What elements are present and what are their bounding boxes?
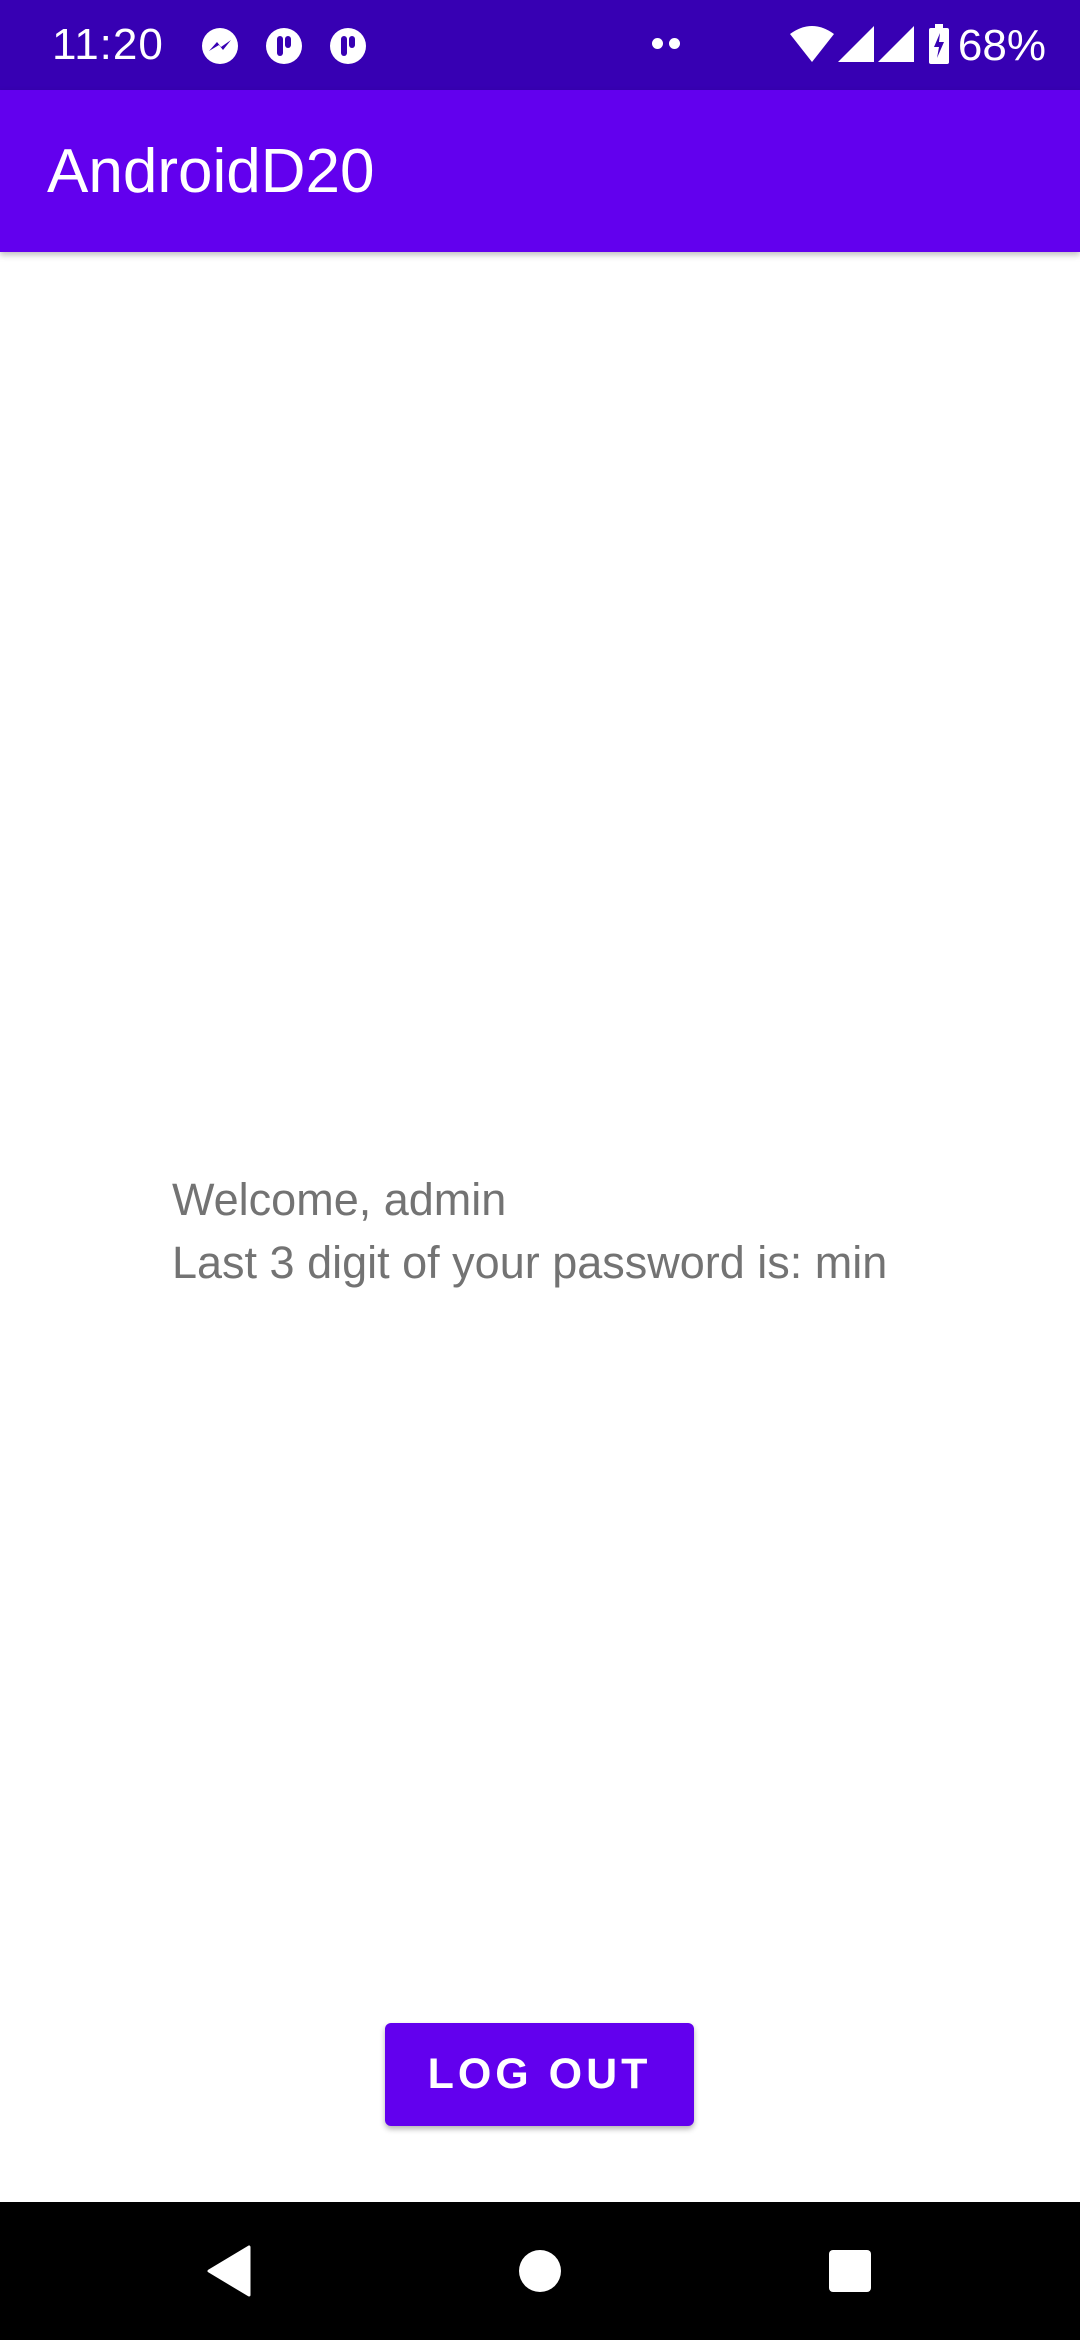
- password-hint-text: Last 3 digit of your password is: min: [172, 1237, 888, 1288]
- home-icon[interactable]: [505, 2236, 575, 2306]
- back-icon[interactable]: [193, 2236, 263, 2306]
- recents-icon[interactable]: [815, 2236, 885, 2306]
- status-time: 11:20: [52, 20, 164, 69]
- notification-icon: [328, 26, 368, 66]
- app-bar: AndroidD20: [0, 90, 1080, 252]
- system-status: 68%: [788, 22, 1046, 70]
- messenger-icon: [200, 26, 240, 66]
- notification-icons: [200, 26, 368, 66]
- welcome-message: Welcome, admin Last 3 digit of your pass…: [172, 1168, 887, 1294]
- signal-icon: [876, 24, 916, 69]
- battery-charging-icon: [928, 23, 950, 69]
- notification-icon: [264, 26, 304, 66]
- navigation-bar: [0, 2202, 1080, 2340]
- more-notifications-icon: [652, 38, 680, 49]
- status-bar: 11:20 68%: [0, 0, 1080, 90]
- welcome-text: Welcome, admin: [172, 1174, 507, 1225]
- main-content: Welcome, admin Last 3 digit of your pass…: [0, 252, 1080, 2202]
- wifi-icon: [788, 24, 836, 69]
- battery-percentage: 68%: [957, 21, 1046, 70]
- signal-icon: [836, 24, 876, 69]
- app-title: AndroidD20: [47, 137, 375, 206]
- logout-button[interactable]: LOG OUT: [385, 2023, 694, 2126]
